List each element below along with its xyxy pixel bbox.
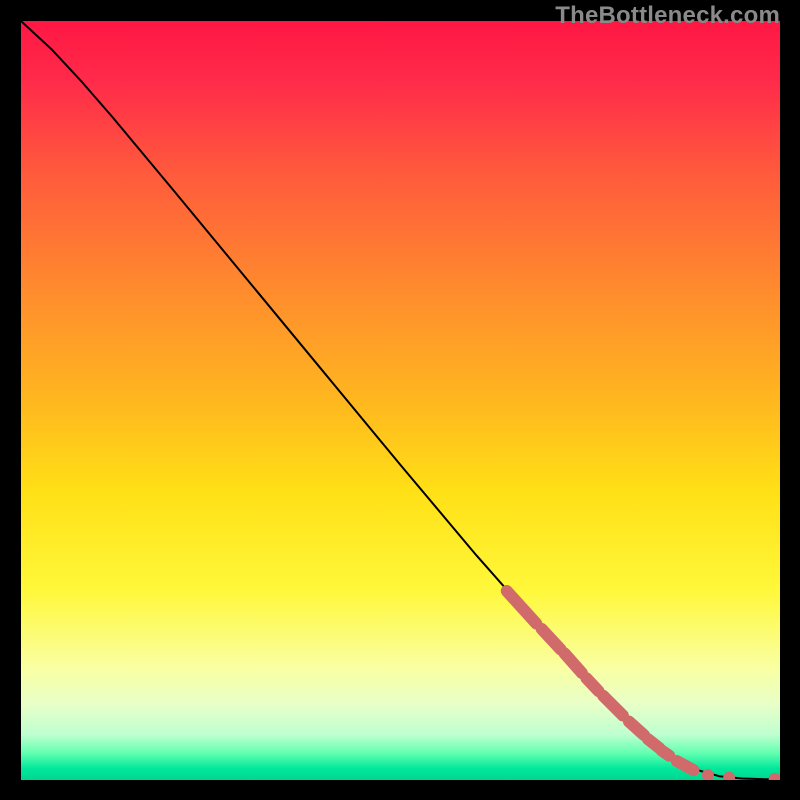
watermark-text: TheBottleneck.com <box>555 2 780 30</box>
chart-stage: TheBottleneck.com <box>0 0 800 800</box>
marker-segment <box>662 750 670 755</box>
marker-segment <box>677 761 694 770</box>
gradient-background <box>21 21 780 780</box>
chart-plot <box>21 21 780 780</box>
